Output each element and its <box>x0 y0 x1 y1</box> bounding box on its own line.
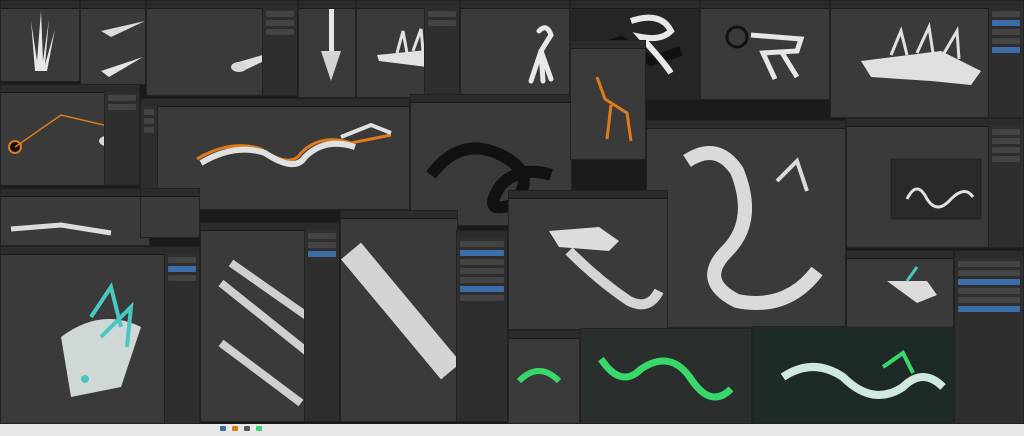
spine-icon <box>321 9 341 81</box>
glow-coil-icon <box>516 368 562 384</box>
tile-head-mesh <box>508 190 668 330</box>
taskbar-strip <box>0 424 1024 436</box>
tile-orange-rig <box>0 84 140 186</box>
taskbar-icon[interactable] <box>244 426 250 431</box>
spiral-dragon-icon <box>683 146 823 310</box>
tile-properties-panel <box>456 230 508 422</box>
tile-spike-fan <box>80 0 146 85</box>
tile-glow-coil <box>508 330 580 424</box>
mesh-closeup-icon <box>341 242 457 380</box>
tile-horn-model <box>146 0 298 96</box>
tile-dragon-head-large <box>830 0 1024 118</box>
skeleton-icon <box>595 76 633 142</box>
tile-spine-model <box>298 0 356 98</box>
tile-stage-render <box>752 326 954 424</box>
tile-coil-sketch <box>846 118 1024 248</box>
tile-dragon-front <box>700 0 830 100</box>
tile-claw <box>460 0 570 100</box>
render-closeup-icon <box>887 266 937 303</box>
tile-orange-skeleton <box>570 40 646 160</box>
taskbar-icon[interactable] <box>232 426 238 431</box>
tile-wireframe-body <box>200 222 340 422</box>
claw-icon <box>528 25 554 84</box>
tile-spiral-dragon <box>646 120 846 328</box>
taskbar-icon[interactable] <box>256 426 262 431</box>
tile-outliner <box>954 250 1024 424</box>
tile-glow-closeup <box>0 246 200 424</box>
tile-render-closeup <box>846 250 954 328</box>
dragon-front-icon <box>725 25 805 81</box>
spike-crown-icon <box>31 11 55 71</box>
tile-mesh-closeup <box>340 210 458 422</box>
taskbar-icon[interactable] <box>220 426 226 431</box>
tile-body-panel <box>140 188 200 238</box>
spike-fan-icon <box>101 21 145 77</box>
tile-spike-crown <box>0 0 80 82</box>
head-mesh-icon <box>549 227 664 310</box>
glow-render-icon <box>598 356 734 401</box>
tile-glow-render <box>580 328 752 424</box>
stage-render-icon <box>780 350 946 399</box>
spike-row-icon <box>10 222 112 236</box>
tile-spike-row <box>0 188 150 246</box>
tile-head-side <box>356 0 460 98</box>
